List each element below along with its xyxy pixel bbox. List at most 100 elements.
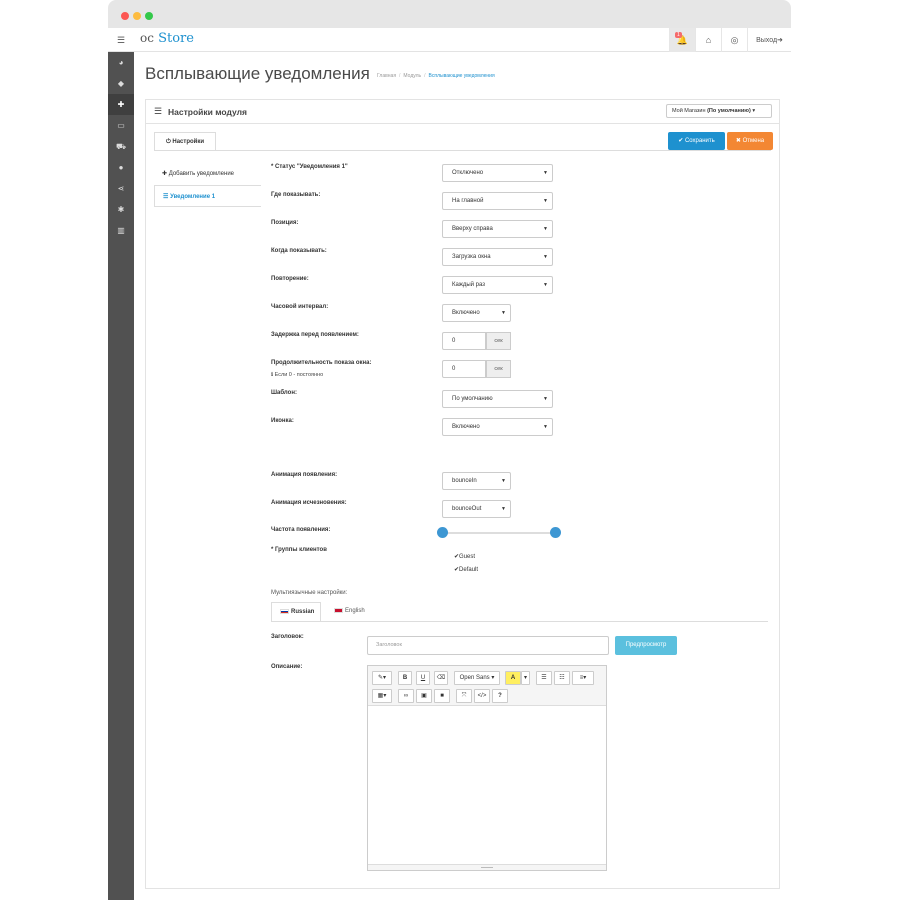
group-default-checkbox[interactable]: ✔Default <box>454 566 478 573</box>
magic-wand-icon[interactable]: ✎▾ <box>372 671 392 685</box>
when-select[interactable]: Загрузка окна ▼ <box>442 248 553 266</box>
anim-out-select[interactable]: bounceOut ▼ <box>442 500 511 518</box>
tab-settings[interactable]: ⏻ Настройки <box>154 132 216 151</box>
share-icon[interactable]: ⋖ <box>108 178 134 199</box>
position-select[interactable]: Вверху справа ▼ <box>442 220 553 238</box>
info-icon: ℹ <box>271 372 274 378</box>
logo[interactable]: oc Store <box>140 31 194 46</box>
caret-down-icon: ▼ <box>501 310 506 316</box>
where-value: На главной <box>452 198 484 204</box>
globe-button[interactable]: ◎ <box>721 28 747 52</box>
tab-english-label: English <box>345 608 365 614</box>
where-select[interactable]: На главной ▼ <box>442 192 553 210</box>
save-label: Сохранить <box>684 138 715 144</box>
tab-settings-label: Настройки <box>172 139 205 145</box>
text-color-dropdown[interactable]: ▾ <box>521 671 530 685</box>
code-view-icon[interactable]: </> <box>474 689 490 703</box>
home-button[interactable]: ⌂ <box>695 28 721 52</box>
cog-icon[interactable]: ✱ <box>108 199 134 220</box>
description-label: Описание: <box>271 664 303 670</box>
status-label: * Статус "Уведомления 1" <box>271 164 348 170</box>
eraser-icon[interactable]: ⌫ <box>434 671 448 685</box>
groups-label: * Группы клиентов <box>271 547 327 553</box>
delay-label: Задержка перед появлением: <box>271 332 359 338</box>
breadcrumb-home[interactable]: Главная <box>377 73 396 79</box>
freq-label: Частота появления: <box>271 527 331 533</box>
monitor-icon[interactable]: ▭ <box>108 115 134 136</box>
anim-in-select[interactable]: bounceIn ▼ <box>442 472 511 490</box>
notification-item-label: Уведомление 1 <box>170 194 216 200</box>
group-guest-checkbox[interactable]: ✔Guest <box>454 553 475 560</box>
logout-label: Выход <box>756 36 778 44</box>
underline-button[interactable]: U <box>416 671 430 685</box>
bold-button[interactable]: B <box>398 671 412 685</box>
puzzle-icon[interactable]: ✚ <box>108 94 134 115</box>
freq-slider-handle-max[interactable] <box>549 527 561 538</box>
position-value: Вверху справа <box>452 226 493 232</box>
caret-down-icon: ▼ <box>543 226 548 232</box>
fullscreen-icon[interactable]: ⤧ <box>456 689 472 703</box>
sidebar: ◕ ◆ ✚ ▭ ⛟ ● ⋖ ✱ ▥ <box>108 52 134 900</box>
cancel-label: Отмена <box>742 138 765 144</box>
table-icon[interactable]: ▦▾ <box>372 689 392 703</box>
caret-down-icon: ▼ <box>501 478 506 484</box>
freq-slider-track[interactable] <box>442 532 555 534</box>
save-button[interactable]: ✔ Сохранить <box>668 132 725 150</box>
tab-divider <box>154 150 771 151</box>
bar-chart-icon[interactable]: ▥ <box>108 220 134 241</box>
editor-resize-handle[interactable] <box>368 864 606 870</box>
close-window-button[interactable] <box>121 12 129 20</box>
icon-select[interactable]: Включено ▼ <box>442 418 553 436</box>
add-notification-button[interactable]: ✚ Добавить уведомление <box>154 163 261 185</box>
where-label: Где показывать: <box>271 192 321 198</box>
help-icon[interactable]: ? <box>492 689 508 703</box>
link-icon[interactable]: ∞ <box>398 689 414 703</box>
video-icon[interactable]: ■ <box>434 689 450 703</box>
ordered-list-icon[interactable]: ☷ <box>554 671 570 685</box>
preview-button[interactable]: Предпросмотр <box>615 636 677 655</box>
uk-flag-icon <box>334 607 343 613</box>
notification-badge: 1 <box>675 32 682 38</box>
caret-down-icon: ▼ <box>501 506 506 512</box>
repeat-label: Повторение: <box>271 276 309 282</box>
maximize-window-button[interactable] <box>145 12 153 20</box>
dashboard-icon[interactable]: ◕ <box>108 52 134 73</box>
unordered-list-icon[interactable]: ☰ <box>536 671 552 685</box>
caret-down-icon: ▼ <box>543 198 548 204</box>
freq-slider-handle-min[interactable] <box>436 527 448 538</box>
duration-input[interactable]: 0 <box>442 360 486 378</box>
breadcrumb-modules[interactable]: Модуль <box>403 73 421 79</box>
user-icon[interactable]: ● <box>108 157 134 178</box>
font-family-select[interactable]: Open Sans ▾ <box>454 671 500 685</box>
notification-item-1[interactable]: ☰ Уведомление 1 <box>154 185 261 207</box>
page-title: Всплывающие уведомления <box>145 64 370 83</box>
description-editor[interactable]: ✎▾ B U ⌫ Open Sans ▾ A ▾ ☰ ☷ ≡▾ ▦▾ ∞ ▣ ■… <box>367 665 607 871</box>
group-default-label: Default <box>459 567 479 573</box>
heading-input[interactable]: Заголовок <box>367 636 609 655</box>
logout-button[interactable]: Выход ➜ <box>747 28 791 52</box>
template-select[interactable]: По умолчанию ▼ <box>442 390 553 408</box>
hourly-value: Включено <box>452 310 480 316</box>
store-select[interactable]: Мой Магазин (По умолчанию) ▾ <box>666 104 772 118</box>
minimize-window-button[interactable] <box>133 12 141 20</box>
image-icon[interactable]: ▣ <box>416 689 432 703</box>
tab-english[interactable]: English <box>326 602 366 622</box>
lang-tab-divider <box>271 621 768 622</box>
paragraph-align-icon[interactable]: ≡▾ <box>572 671 594 685</box>
menu-toggle-icon[interactable]: ☰ <box>108 28 134 52</box>
caret-down-icon: ▼ <box>543 396 548 402</box>
notifications-button[interactable]: 1 🔔 <box>669 28 695 52</box>
delay-input[interactable]: 0 <box>442 332 486 350</box>
tags-icon[interactable]: ◆ <box>108 73 134 94</box>
close-icon: ✖ <box>735 138 741 144</box>
cancel-button[interactable]: ✖ Отмена <box>727 132 773 150</box>
tab-russian[interactable]: Russian <box>271 602 321 622</box>
cart-icon[interactable]: ⛟ <box>108 136 134 157</box>
window-titlebar <box>108 0 791 28</box>
breadcrumb-current[interactable]: Всплывающие уведомления <box>429 73 495 79</box>
status-select[interactable]: Отключено ▼ <box>442 164 553 182</box>
text-color-button[interactable]: A <box>505 671 521 685</box>
repeat-select[interactable]: Каждый раз ▼ <box>442 276 553 294</box>
plus-icon: ✚ <box>162 171 168 177</box>
hourly-select[interactable]: Включено ▼ <box>442 304 511 322</box>
